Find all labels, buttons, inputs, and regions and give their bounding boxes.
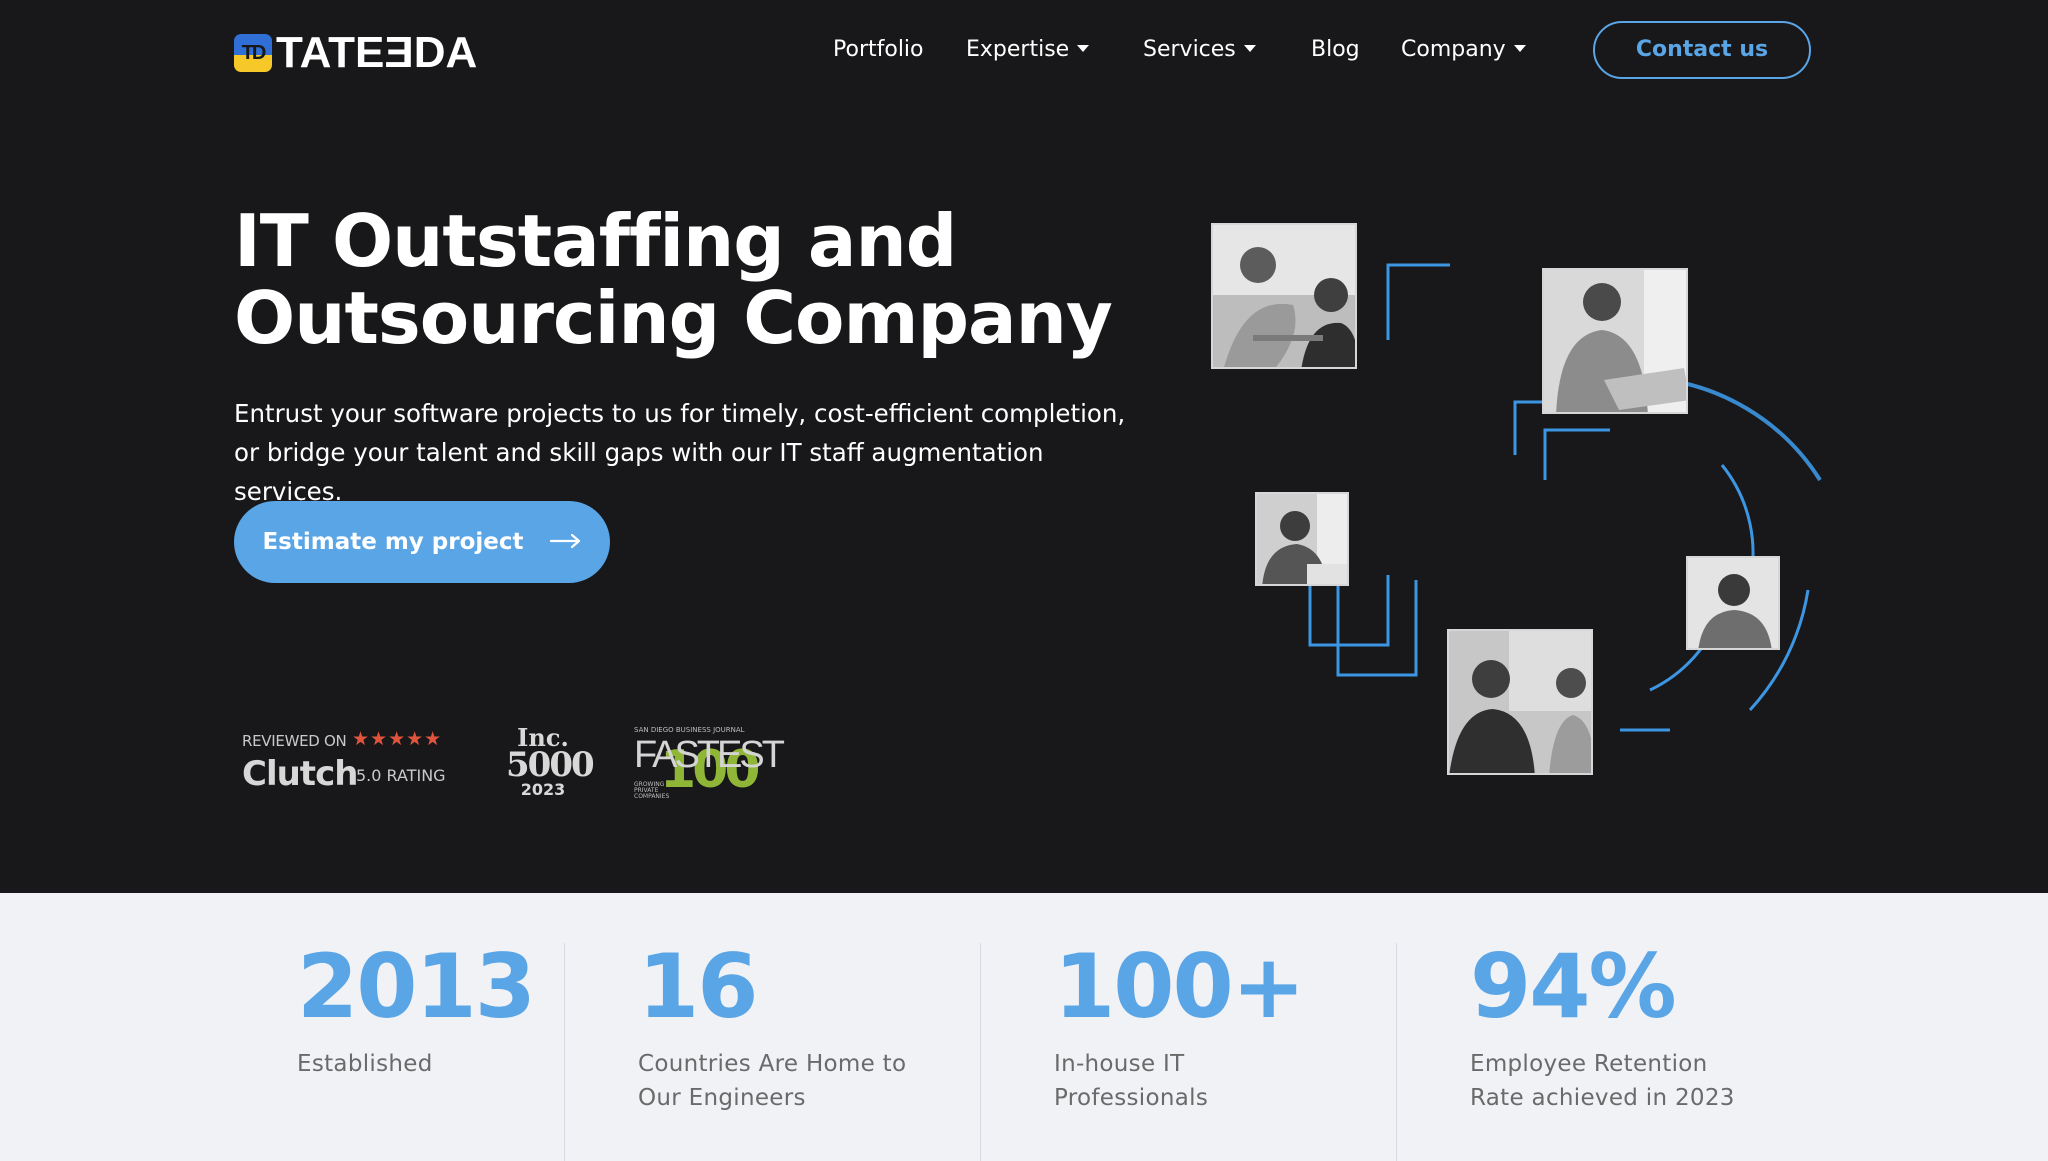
inc-5000-badge[interactable]: Inc. 5000 2023 bbox=[506, 726, 595, 800]
nav-label: Blog bbox=[1311, 37, 1360, 62]
team-photo bbox=[1255, 492, 1349, 586]
inc-line-2: 5000 bbox=[506, 745, 595, 785]
stats-section: 2013 Established 16 Countries Are Home t… bbox=[0, 893, 2048, 1161]
stat-label-line: In-house IT bbox=[1054, 1051, 1185, 1077]
stat-label-line: Established bbox=[297, 1051, 433, 1077]
title-line-1: IT Outstaffing and bbox=[234, 199, 957, 283]
stat-label-line: Professionals bbox=[1054, 1085, 1209, 1111]
caret-down-icon bbox=[1077, 44, 1090, 52]
clutch-rating: 5.0 RATING bbox=[356, 766, 446, 785]
stat-value: 2013 bbox=[297, 935, 536, 1038]
hero-section: TD TATEƎDA Portfolio Expertise Services … bbox=[0, 0, 2048, 893]
stat-label: Established bbox=[297, 1047, 597, 1081]
stat-label-line: Employee Retention bbox=[1470, 1051, 1708, 1077]
logo[interactable]: TD TATEƎDA bbox=[234, 28, 477, 77]
logo-mark-text: TD bbox=[241, 42, 267, 64]
nav-label: Expertise bbox=[966, 37, 1070, 62]
stat-label-line: Rate achieved in 2023 bbox=[1470, 1085, 1735, 1111]
nav-item-blog[interactable]: Blog bbox=[1311, 34, 1360, 66]
title-line-2: Outsourcing Company bbox=[234, 276, 1113, 360]
nav-item-expertise[interactable]: Expertise bbox=[966, 34, 1090, 66]
stat-divider bbox=[980, 943, 981, 1161]
clutch-reviewed-label: REVIEWED ON bbox=[242, 732, 347, 750]
team-photo bbox=[1211, 223, 1357, 369]
stat-value: 100+ bbox=[1054, 935, 1305, 1038]
arrow-right-icon bbox=[549, 529, 582, 555]
stat-value: 16 bbox=[638, 935, 758, 1038]
stat-divider bbox=[564, 943, 565, 1161]
nav-label: Portfolio bbox=[833, 37, 924, 62]
team-photo bbox=[1542, 268, 1688, 414]
stat-value: 94% bbox=[1470, 935, 1677, 1038]
hero-subtitle: Entrust your software projects to us for… bbox=[234, 399, 1126, 506]
page-title: IT Outstaffing and Outsourcing Company bbox=[234, 203, 1134, 357]
stat-divider bbox=[1396, 943, 1397, 1161]
fastest-100-badge[interactable]: SAN DIEGO BUSINESS JOURNAL 100 FASTEST G… bbox=[634, 726, 785, 802]
fastest-word: FASTEST bbox=[634, 734, 785, 776]
stat-label: In-house IT Professionals bbox=[1054, 1047, 1394, 1115]
nav-item-portfolio[interactable]: Portfolio bbox=[833, 34, 924, 66]
rating-stars-icon: ★★★★★ bbox=[352, 728, 443, 750]
nav-item-services[interactable]: Services bbox=[1143, 34, 1256, 66]
stat-label-line: Our Engineers bbox=[638, 1085, 806, 1111]
fastest-header: SAN DIEGO BUSINESS JOURNAL bbox=[634, 726, 745, 734]
team-photo bbox=[1447, 629, 1593, 775]
stat-label: Employee Retention Rate achieved in 2023 bbox=[1470, 1047, 1830, 1115]
caret-down-icon bbox=[1513, 44, 1526, 52]
caret-down-icon bbox=[1243, 44, 1256, 52]
stat-label: Countries Are Home to Our Engineers bbox=[638, 1047, 978, 1115]
stat-label-line: Countries Are Home to bbox=[638, 1051, 907, 1077]
team-photo bbox=[1686, 556, 1780, 650]
nav-label: Services bbox=[1143, 37, 1236, 62]
estimate-project-button[interactable]: Estimate my project bbox=[234, 501, 610, 583]
cta-label: Estimate my project bbox=[262, 529, 524, 555]
hero-graphic bbox=[1190, 190, 1830, 830]
logo-text: TATEƎDA bbox=[276, 28, 478, 77]
fastest-small: GROWING PRIVATE COMPANIES bbox=[634, 781, 670, 800]
clutch-name: Clutch bbox=[242, 754, 358, 794]
nav-item-company[interactable]: Company bbox=[1401, 34, 1526, 66]
contact-us-button[interactable]: Contact us bbox=[1593, 21, 1811, 79]
nav-label: Company bbox=[1401, 37, 1506, 62]
clutch-badge[interactable]: REVIEWED ON ★★★★★ Clutch 5.0 RATING bbox=[242, 728, 452, 794]
logo-mark-icon: TD bbox=[234, 34, 272, 72]
